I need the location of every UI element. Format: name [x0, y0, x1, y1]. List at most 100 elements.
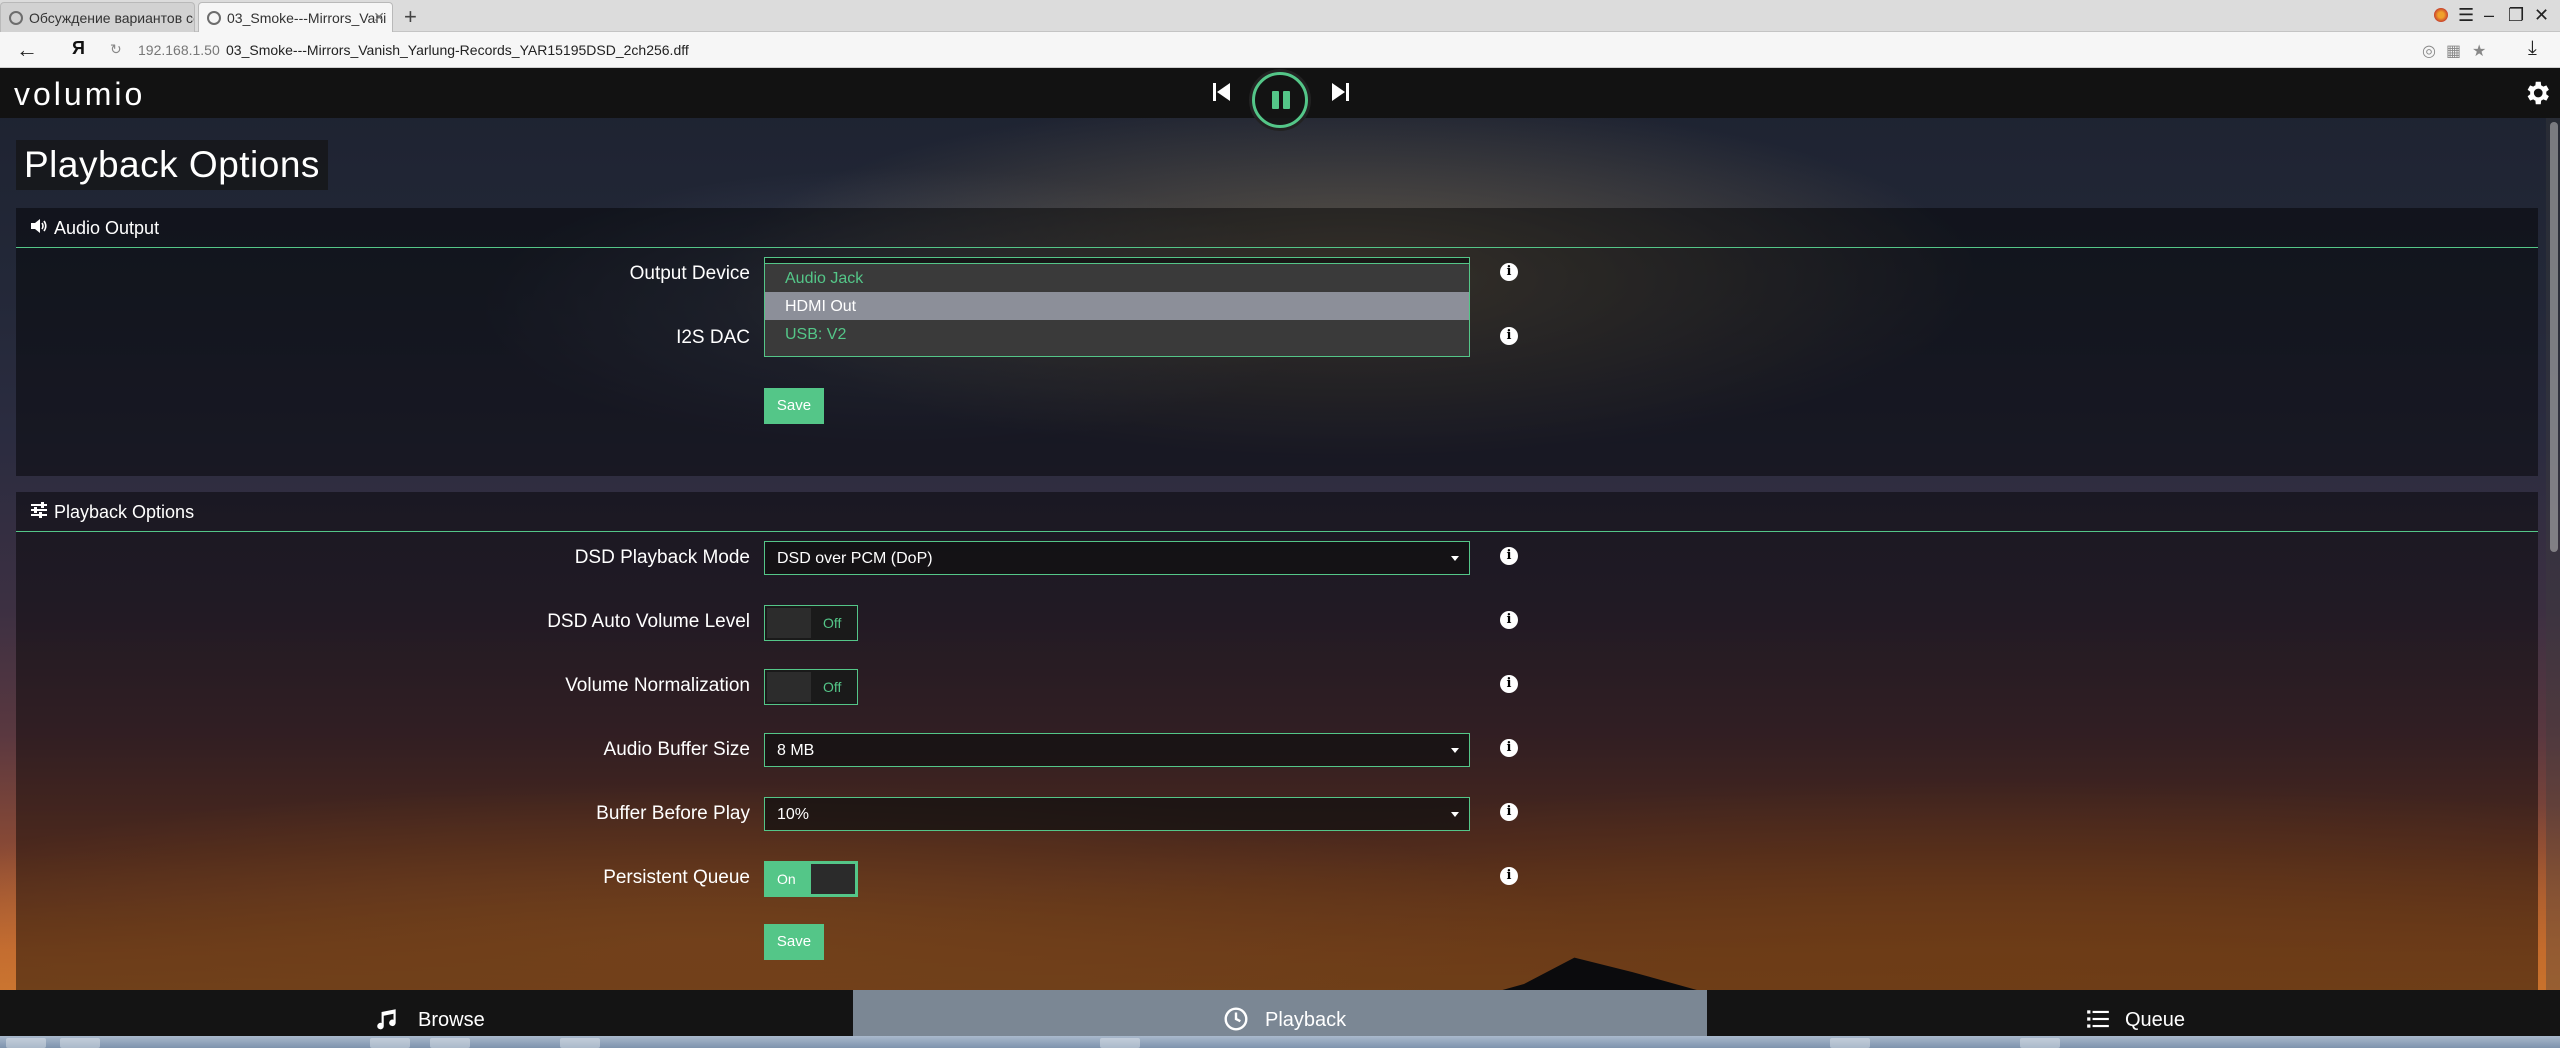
music-note-icon: [377, 1009, 396, 1030]
section-title: Playback Options: [54, 502, 195, 522]
pause-icon: [1272, 91, 1279, 109]
buffer-before-play-label: Buffer Before Play: [596, 803, 750, 824]
taskbar-app-icon[interactable]: [560, 1038, 600, 1048]
dsd-playback-mode-select[interactable]: DSD over PCM (DoP): [764, 541, 1470, 575]
playback-options-save-button[interactable]: Save: [764, 924, 824, 960]
taskbar-app-icon[interactable]: [2020, 1038, 2060, 1048]
info-icon[interactable]: i: [1500, 867, 1518, 885]
queue-label: Queue: [2125, 1009, 2186, 1031]
taskbar-app-icon[interactable]: [430, 1038, 470, 1048]
dropdown-option-audio-jack[interactable]: Audio Jack: [765, 264, 1469, 292]
download-icon[interactable]: ⤓: [2528, 37, 2537, 60]
next-track-icon[interactable]: [1326, 78, 1354, 106]
browser-tab-discussion[interactable]: Обсуждение вариантов со: [0, 2, 195, 32]
close-window-icon[interactable]: ✕: [2534, 5, 2549, 26]
audio-output-header: Audio Output: [16, 208, 2538, 248]
sliders-icon: [31, 502, 47, 518]
volume-normalization-row: Volume Normalization Off i: [16, 665, 2538, 705]
audio-output-save-button[interactable]: Save: [764, 388, 824, 424]
info-icon[interactable]: i: [1500, 327, 1518, 345]
restore-icon[interactable]: ❐: [2508, 5, 2524, 26]
gear-icon[interactable]: [2522, 78, 2552, 108]
yandex-logo[interactable]: Я: [72, 38, 85, 59]
volume-normalization-toggle[interactable]: Off: [764, 669, 858, 705]
output-device-dropdown: Audio Jack HDMI Out USB: V2: [764, 263, 1470, 357]
info-icon[interactable]: i: [1500, 675, 1518, 693]
toggle-state: Off: [823, 615, 842, 631]
taskbar-app-icon[interactable]: [6, 1038, 46, 1048]
persistent-queue-toggle[interactable]: On: [764, 861, 858, 897]
toggle-state: On: [777, 871, 796, 887]
toggle-knob: [767, 672, 811, 702]
os-taskbar: [0, 1036, 2560, 1048]
minimize-icon[interactable]: ‒: [2484, 5, 2494, 26]
buffer-before-play-select[interactable]: 10%: [764, 797, 1470, 831]
reader-icon[interactable]: ▦: [2446, 41, 2461, 61]
reload-icon[interactable]: ↻: [110, 41, 122, 58]
pause-icon: [1283, 91, 1290, 109]
dropdown-option-usb-v2[interactable]: USB: V2: [765, 320, 1469, 348]
persistent-queue-label: Persistent Queue: [603, 867, 750, 888]
volumio-app: volumio Playback Options Audio Output Ou…: [0, 68, 2560, 1048]
dsd-playback-mode-row: DSD Playback Mode DSD over PCM (DoP) i: [16, 537, 2538, 577]
speaker-icon: [31, 219, 47, 233]
pause-button[interactable]: [1252, 72, 1308, 128]
playback-options-header: Playback Options: [16, 492, 2538, 532]
list-icon: [2087, 1010, 2109, 1028]
playback-label: Playback: [1265, 1009, 1347, 1031]
close-tab-icon[interactable]: ✕: [373, 9, 385, 26]
audio-buffer-size-row: Audio Buffer Size 8 MB i: [16, 729, 2538, 769]
browser-tab-title: Обсуждение вариантов со: [29, 10, 195, 26]
browse-label: Browse: [418, 1009, 485, 1031]
back-arrow-icon[interactable]: ←: [16, 37, 38, 63]
address-bar: ← Я ↻ 192.168.1.50 03_Smoke---Mirrors_Va…: [0, 32, 2560, 68]
dsd-auto-volume-toggle[interactable]: Off: [764, 605, 858, 641]
output-device-label: Output Device: [629, 263, 750, 284]
info-icon[interactable]: i: [1500, 803, 1518, 821]
new-tab-button[interactable]: +: [404, 4, 417, 30]
caret-down-icon: [1451, 812, 1459, 817]
caret-down-icon: [1451, 556, 1459, 561]
dsd-auto-volume-label: DSD Auto Volume Level: [547, 611, 750, 632]
bookmark-star-icon[interactable]: ★: [2472, 41, 2486, 61]
audio-buffer-size-select[interactable]: 8 MB: [764, 733, 1470, 767]
toggle-knob: [767, 608, 811, 638]
info-icon[interactable]: i: [1500, 263, 1518, 281]
scrollbar-thumb[interactable]: [2550, 122, 2558, 552]
clock-icon: [1224, 1007, 1248, 1031]
dsd-playback-mode-label: DSD Playback Mode: [574, 547, 750, 568]
extension-icon[interactable]: [2434, 8, 2448, 22]
playback-options-section: Playback Options DSD Playback Mode DSD o…: [16, 492, 2538, 998]
previous-track-icon[interactable]: [1208, 78, 1236, 106]
taskbar-app-icon[interactable]: [1100, 1038, 1140, 1048]
info-icon[interactable]: i: [1500, 611, 1518, 629]
browser-tab-title: 03_Smoke---Mirrors_Vani: [227, 10, 387, 26]
clock-icon: [207, 11, 221, 25]
url-path[interactable]: 03_Smoke---Mirrors_Vanish_Yarlung-Record…: [226, 42, 689, 58]
taskbar-app-icon[interactable]: [370, 1038, 410, 1048]
volume-normalization-label: Volume Normalization: [565, 675, 750, 696]
info-icon[interactable]: i: [1500, 547, 1518, 565]
toggle-state: Off: [823, 679, 842, 695]
select-value: 10%: [777, 806, 810, 823]
browser-tab-volumio[interactable]: 03_Smoke---Mirrors_Vani ✕: [198, 2, 393, 32]
dropdown-option-hdmi-out[interactable]: HDMI Out: [765, 292, 1469, 320]
toggle-knob: [811, 864, 855, 894]
globe-icon: [9, 11, 23, 25]
menu-icon[interactable]: ☰: [2458, 5, 2474, 26]
volumio-logo[interactable]: volumio: [14, 76, 145, 113]
protect-icon[interactable]: ◎: [2422, 41, 2436, 61]
persistent-queue-row: Persistent Queue On i: [16, 857, 2538, 897]
top-bar: volumio: [0, 68, 2560, 128]
select-value: 8 MB: [777, 742, 815, 759]
page-title: Playback Options: [16, 140, 328, 190]
dsd-auto-volume-row: DSD Auto Volume Level Off i: [16, 601, 2538, 641]
url-host[interactable]: 192.168.1.50: [138, 42, 220, 58]
browser-tab-bar: Обсуждение вариантов со 03_Smoke---Mirro…: [0, 0, 2560, 32]
section-title: Audio Output: [54, 218, 160, 238]
info-icon[interactable]: i: [1500, 739, 1518, 757]
i2s-dac-label: I2S DAC: [676, 327, 750, 348]
taskbar-app-icon[interactable]: [60, 1038, 100, 1048]
audio-buffer-size-label: Audio Buffer Size: [603, 739, 750, 760]
taskbar-app-icon[interactable]: [1830, 1038, 1870, 1048]
